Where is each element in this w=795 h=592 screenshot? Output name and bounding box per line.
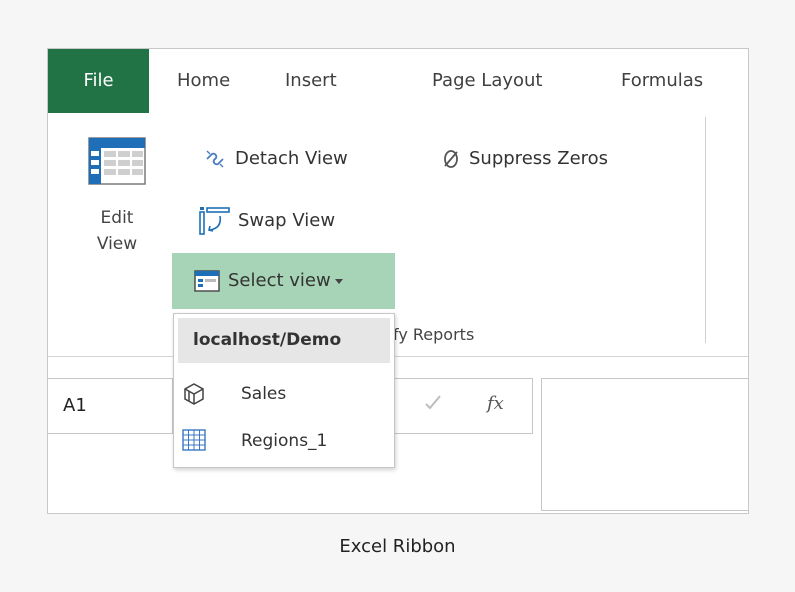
edit-view-label-2: View	[96, 234, 138, 254]
grid-icon	[182, 429, 206, 451]
group-separator	[705, 117, 706, 343]
select-view-label: Select view	[228, 270, 331, 291]
select-view-dropdown: localhost/Demo Sales Regions_1	[173, 313, 395, 468]
tab-insert[interactable]: Insert	[285, 49, 337, 113]
dropdown-item-label: Sales	[241, 384, 287, 404]
zero-slash-icon	[444, 150, 458, 168]
suppress-zeros-button[interactable]: Suppress Zeros	[441, 141, 608, 177]
edit-view-button[interactable]: Edit View	[72, 137, 162, 277]
tab-home[interactable]: Home	[177, 49, 230, 113]
excel-window: File Home Insert Page Layout Formulas Ed…	[47, 48, 749, 514]
edit-view-label-1: Edit	[100, 208, 134, 228]
tab-formulas[interactable]: Formulas	[621, 49, 703, 113]
tab-file[interactable]: File	[48, 49, 149, 113]
ribbon-panel: Edit View Detach View Suppress Zeros Swa…	[48, 113, 748, 357]
table-view-icon	[88, 137, 146, 185]
chain-broken-icon	[206, 150, 224, 168]
suppress-zeros-label: Suppress Zeros	[469, 148, 609, 169]
dropdown-item-regions[interactable]: Regions_1	[174, 421, 394, 461]
dropdown-item-label: Regions_1	[241, 431, 328, 451]
formula-buttons: fx	[386, 378, 533, 434]
check-icon[interactable]	[423, 393, 443, 413]
view-window-icon	[194, 270, 220, 292]
chevron-down-icon	[334, 278, 343, 284]
swap-view-button[interactable]: Swap View	[198, 203, 335, 239]
group-label: fy Reports	[393, 325, 475, 344]
name-box[interactable]: A1	[48, 378, 173, 434]
detach-view-label: Detach View	[235, 148, 348, 169]
tab-page-layout[interactable]: Page Layout	[432, 49, 543, 113]
swap-icon	[199, 207, 230, 235]
select-view-button[interactable]: Select view	[172, 253, 395, 309]
swap-view-label: Swap View	[238, 210, 336, 231]
detach-view-button[interactable]: Detach View	[203, 141, 348, 177]
image-caption: Excel Ribbon	[339, 536, 456, 557]
insert-function-icon[interactable]: fx	[487, 393, 504, 414]
dropdown-item-sales[interactable]: Sales	[174, 374, 394, 414]
formula-bar: A1 fx	[48, 357, 748, 513]
dropdown-header: localhost/Demo	[178, 318, 390, 363]
ribbon-tabs: File Home Insert Page Layout Formulas	[48, 49, 748, 113]
formula-input[interactable]	[541, 378, 748, 511]
cube-icon	[184, 383, 204, 405]
